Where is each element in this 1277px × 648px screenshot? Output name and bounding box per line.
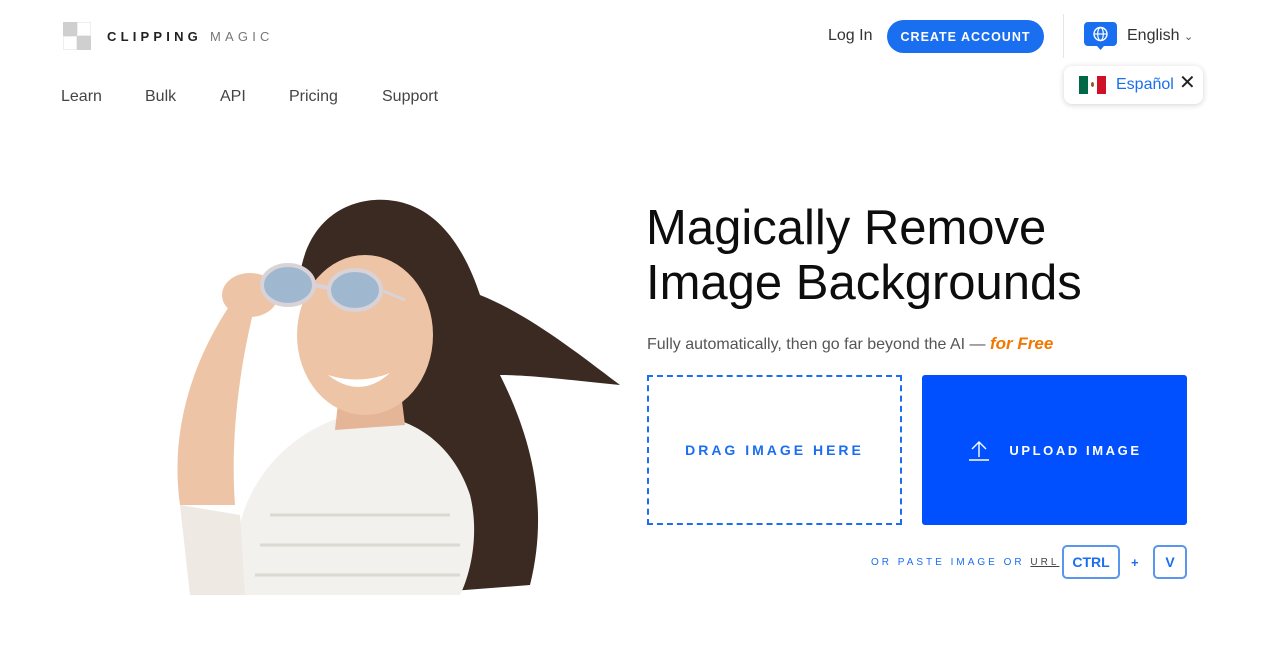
chevron-down-icon[interactable]: ⌄ xyxy=(1184,30,1193,43)
key-v: V xyxy=(1153,545,1187,579)
create-account-button[interactable]: CREATE ACCOUNT xyxy=(887,20,1044,53)
nav-item-support[interactable]: Support xyxy=(382,88,438,106)
hero-subhead-text: Fully automatically, then go far beyond … xyxy=(647,336,990,353)
hero-photo xyxy=(177,199,620,595)
drag-image-dropzone[interactable]: DRAG IMAGE HERE xyxy=(647,375,902,525)
paste-hint: OR PASTE IMAGE OR URL xyxy=(871,557,1059,568)
hero-headline: Magically Remove Image Backgrounds xyxy=(646,201,1246,311)
nav-item-bulk[interactable]: Bulk xyxy=(145,88,176,106)
key-ctrl: CTRL xyxy=(1062,545,1120,579)
login-link[interactable]: Log In xyxy=(828,27,872,45)
logo-text: CLIPPING MAGIC xyxy=(107,29,274,44)
page: CLIPPING MAGIC Log In CREATE ACCOUNT Engl… xyxy=(0,0,1277,648)
close-icon[interactable]: ✕ xyxy=(1179,73,1196,93)
key-plus: + xyxy=(1131,555,1139,570)
globe-chat-icon[interactable] xyxy=(1084,22,1117,50)
nav-item-learn[interactable]: Learn xyxy=(61,88,102,106)
nav-item-pricing[interactable]: Pricing xyxy=(289,88,338,106)
language-option-espanol[interactable]: Español xyxy=(1116,76,1174,94)
upload-image-label: UPLOAD IMAGE xyxy=(1009,442,1142,458)
logo-text-bold: CLIPPING xyxy=(107,28,202,44)
mexico-flag-icon xyxy=(1079,76,1106,94)
logo-text-light: MAGIC xyxy=(210,28,274,44)
hero-subhead: Fully automatically, then go far beyond … xyxy=(647,334,1053,354)
hero-headline-line1: Magically Remove xyxy=(646,201,1047,255)
hero-subhead-free: for Free xyxy=(990,334,1054,353)
paste-hint-text: OR PASTE IMAGE OR xyxy=(871,557,1031,568)
upload-arrow-icon xyxy=(969,441,990,461)
paste-url-link[interactable]: URL xyxy=(1030,557,1059,568)
language-suggestion-popup: Español ✕ xyxy=(1064,66,1203,104)
drag-image-label: DRAG IMAGE HERE xyxy=(685,442,864,458)
language-selector-label[interactable]: English xyxy=(1127,27,1179,45)
header-divider xyxy=(1063,14,1064,58)
upload-image-button[interactable]: UPLOAD IMAGE xyxy=(922,375,1187,525)
logo[interactable]: CLIPPING MAGIC xyxy=(61,20,274,52)
checker-logo-icon xyxy=(61,20,93,52)
nav-item-api[interactable]: API xyxy=(220,88,246,106)
hero-headline-line2: Image Backgrounds xyxy=(646,256,1082,310)
